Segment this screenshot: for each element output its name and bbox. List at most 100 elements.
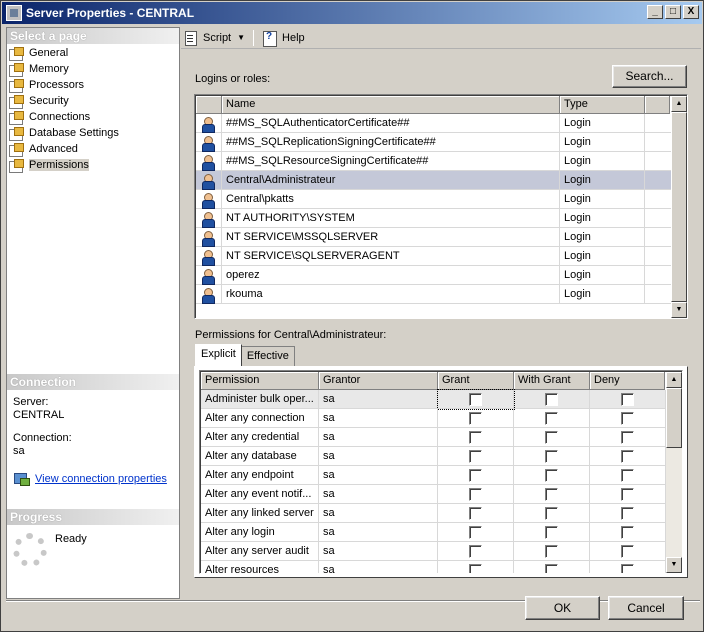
grant-checkbox[interactable] <box>469 450 482 463</box>
page-item-security[interactable]: Security <box>9 93 179 109</box>
grant-checkbox[interactable] <box>469 526 482 539</box>
grant-checkbox[interactable] <box>469 393 482 406</box>
scroll-up-icon[interactable]: ▲ <box>671 96 687 112</box>
login-row[interactable]: NT AUTHORITY\SYSTEM Login <box>196 209 671 228</box>
logins-label: Logins or roles: <box>195 73 271 85</box>
logins-name-header[interactable]: Name <box>222 96 560 114</box>
page-item-permissions[interactable]: Permissions <box>9 157 179 173</box>
page-item-advanced[interactable]: Advanced <box>9 141 179 157</box>
logins-filler-header <box>645 96 670 114</box>
grant-checkbox[interactable] <box>469 469 482 482</box>
minimize-button[interactable]: _ <box>647 5 663 19</box>
logins-type-header[interactable]: Type <box>560 96 645 114</box>
page-item-memory[interactable]: Memory <box>9 61 179 77</box>
ok-button[interactable]: OK <box>525 596 600 620</box>
tab-explicit[interactable]: Explicit <box>195 344 242 366</box>
deny-checkbox[interactable] <box>621 469 634 482</box>
login-row[interactable]: ##MS_SQLResourceSigningCertificate## Logi… <box>196 152 671 171</box>
login-name: NT SERVICE\SQLSERVERAGENT <box>222 247 560 266</box>
deny-column-header[interactable]: Deny <box>590 372 665 390</box>
permission-row[interactable]: Alter any linked server sa <box>201 504 666 523</box>
help-button[interactable]: Help <box>262 30 305 47</box>
permissions-tabs: Explicit Effective <box>195 344 295 367</box>
scroll-up-icon[interactable]: ▲ <box>666 372 682 388</box>
grant-checkbox[interactable] <box>469 431 482 444</box>
with-grant-checkbox[interactable] <box>545 488 558 501</box>
title-bar[interactable]: Server Properties - CENTRAL _ □ X <box>2 2 702 24</box>
permission-grantor: sa <box>319 542 438 561</box>
permission-row[interactable]: Alter any credential sa <box>201 428 666 447</box>
page-label: General <box>29 47 69 59</box>
scroll-down-icon[interactable]: ▼ <box>671 302 687 318</box>
permission-row[interactable]: Alter any login sa <box>201 523 666 542</box>
close-button[interactable]: X <box>683 5 699 19</box>
login-row[interactable]: Central\Administrateur Login <box>196 171 671 190</box>
permission-row[interactable]: Alter any event notif... sa <box>201 485 666 504</box>
deny-checkbox[interactable] <box>621 564 634 573</box>
with-grant-checkbox[interactable] <box>545 393 558 406</box>
login-row[interactable]: ##MS_SQLReplicationSigningCertificate## L… <box>196 133 671 152</box>
permissions-scroll-thumb[interactable] <box>666 388 682 448</box>
grant-checkbox[interactable] <box>469 564 482 573</box>
with-grant-checkbox[interactable] <box>545 450 558 463</box>
view-connection-properties-link[interactable]: View connection properties <box>35 473 167 486</box>
left-pane: Select a page General Memory Processors Sec… <box>6 27 180 599</box>
permission-column-header[interactable]: Permission <box>201 372 319 390</box>
with-grant-checkbox[interactable] <box>545 564 558 573</box>
page-item-database-settings[interactable]: Database Settings <box>9 125 179 141</box>
logins-scrollbar[interactable]: ▲ ▼ <box>671 96 687 318</box>
logins-scroll-thumb[interactable] <box>671 112 687 302</box>
permissions-scrollbar[interactable]: ▲ ▼ <box>666 372 682 573</box>
grantor-column-header[interactable]: Grantor <box>319 372 438 390</box>
login-row[interactable]: operez Login <box>196 266 671 285</box>
grant-checkbox[interactable] <box>469 412 482 425</box>
deny-checkbox[interactable] <box>621 526 634 539</box>
permission-row[interactable]: Alter any endpoint sa <box>201 466 666 485</box>
with-grant-checkbox[interactable] <box>545 412 558 425</box>
grant-checkbox[interactable] <box>469 545 482 558</box>
login-row[interactable]: rkouma Login <box>196 285 671 304</box>
search-button[interactable]: Search... <box>612 65 687 88</box>
permission-row[interactable]: Administer bulk oper... sa <box>201 389 666 410</box>
permission-row[interactable]: Alter any connection sa <box>201 409 666 428</box>
with-grant-checkbox[interactable] <box>545 507 558 520</box>
grant-column-header[interactable]: Grant <box>438 372 514 390</box>
with-grant-checkbox[interactable] <box>545 526 558 539</box>
permission-row[interactable]: Alter any database sa <box>201 447 666 466</box>
login-row[interactable]: Central\pkatts Login <box>196 190 671 209</box>
deny-checkbox[interactable] <box>621 545 634 558</box>
page-item-processors[interactable]: Processors <box>9 77 179 93</box>
deny-checkbox[interactable] <box>621 393 634 406</box>
page-item-general[interactable]: General <box>9 45 179 61</box>
login-name: rkouma <box>222 285 560 304</box>
permission-row[interactable]: Alter any server audit sa <box>201 542 666 561</box>
with-grant-checkbox[interactable] <box>545 431 558 444</box>
chevron-down-icon[interactable]: ▼ <box>237 33 245 42</box>
with-grant-checkbox[interactable] <box>545 469 558 482</box>
with-grant-column-header[interactable]: With Grant <box>514 372 590 390</box>
progress-header: Progress <box>7 509 179 525</box>
deny-checkbox[interactable] <box>621 450 634 463</box>
grant-checkbox[interactable] <box>469 507 482 520</box>
maximize-button[interactable]: □ <box>665 5 681 19</box>
permission-grantor: sa <box>319 523 438 542</box>
page-icon <box>9 158 24 173</box>
deny-checkbox[interactable] <box>621 488 634 501</box>
page-item-connections[interactable]: Connections <box>9 109 179 125</box>
permission-row[interactable]: Alter resources sa <box>201 561 666 573</box>
deny-checkbox[interactable] <box>621 507 634 520</box>
login-row[interactable]: ##MS_SQLAuthenticatorCertificate## Login <box>196 114 671 133</box>
grant-checkbox[interactable] <box>469 488 482 501</box>
cancel-button[interactable]: Cancel <box>608 596 684 620</box>
login-row[interactable]: NT SERVICE\SQLSERVERAGENT Login <box>196 247 671 266</box>
login-row[interactable]: NT SERVICE\MSSQLSERVER Login <box>196 228 671 247</box>
scroll-down-icon[interactable]: ▼ <box>666 557 682 573</box>
page-label: Security <box>29 95 69 107</box>
deny-checkbox[interactable] <box>621 431 634 444</box>
with-grant-checkbox[interactable] <box>545 545 558 558</box>
login-name: NT SERVICE\MSSQLSERVER <box>222 228 560 247</box>
tab-effective[interactable]: Effective <box>240 346 295 366</box>
login-type: Login <box>560 152 645 171</box>
script-button[interactable]: Script ▼ <box>183 30 245 46</box>
deny-checkbox[interactable] <box>621 412 634 425</box>
